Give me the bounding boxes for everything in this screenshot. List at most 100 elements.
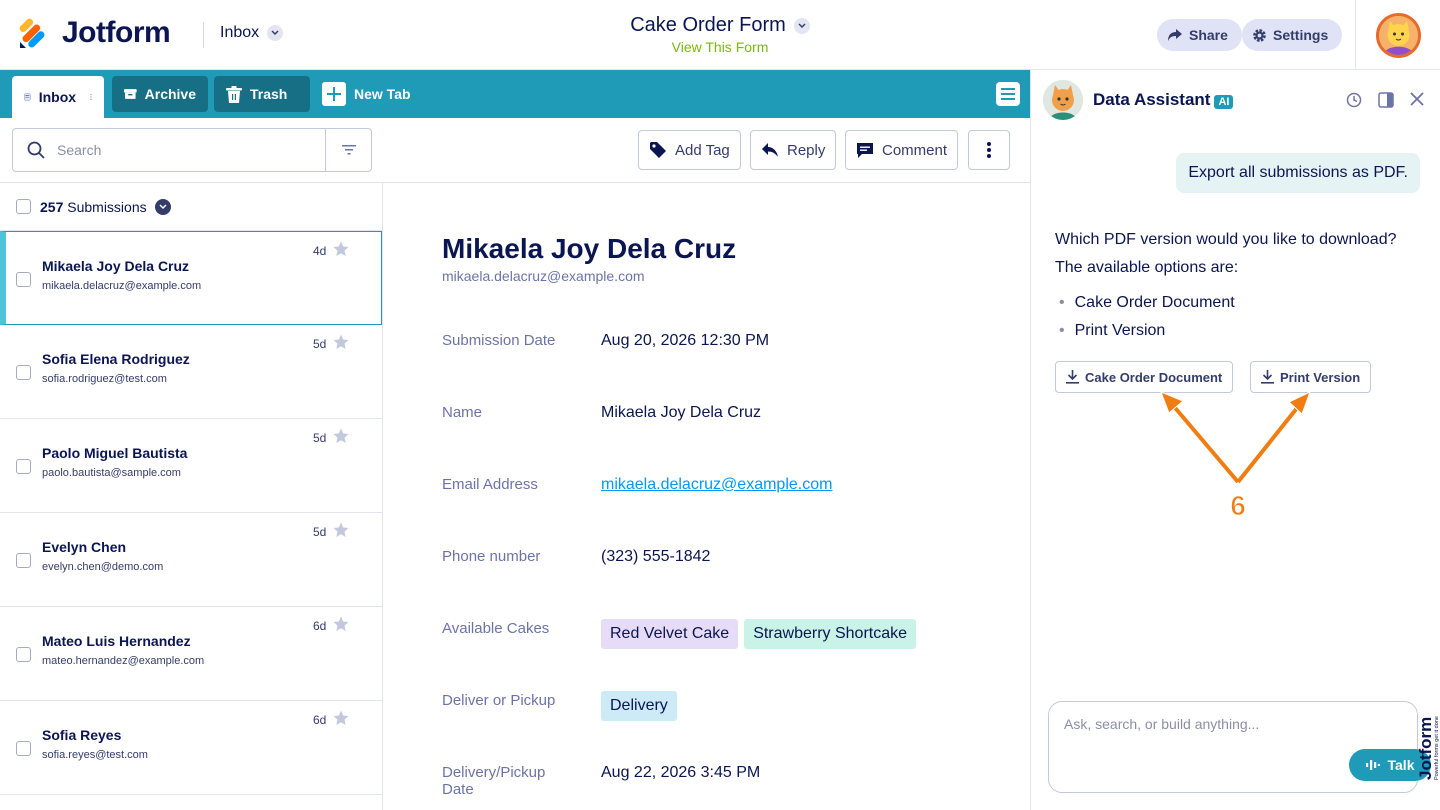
option-list: Cake Order Document Print Version [1059,289,1235,345]
download-print-version-button[interactable]: Print Version [1250,361,1372,393]
assistant-avatar [1043,80,1083,120]
star-icon[interactable] [333,710,349,726]
field-value: Aug 20, 2026 12:30 PM [601,332,770,349]
list-header: 257 Submissions [0,183,382,231]
row-checkbox[interactable] [16,741,31,756]
submitter-email: sofia.rodriguez@test.com [42,373,167,385]
field-value: Mikaela Joy Dela Cruz [601,404,762,421]
comment-label: Comment [882,141,948,159]
list-item[interactable]: Sofia Reyes sofia.reyes@test.com 6d [0,701,382,795]
search-box[interactable]: Search [12,128,372,172]
form-title-dropdown[interactable]: Cake Order Form [630,14,810,37]
more-actions-button[interactable] [968,130,1010,170]
share-label: Share [1189,27,1228,43]
tab-archive[interactable]: Archive [112,76,208,112]
list-item[interactable]: Mikaela Joy Dela Cruz mikaela.delacruz@e… [0,231,382,325]
star-icon[interactable] [333,522,349,538]
history-icon[interactable] [1346,92,1362,108]
tab-menu-button[interactable] [996,82,1020,106]
more-vertical-icon[interactable] [90,89,92,105]
field-value: (323) 555-1842 [601,548,711,565]
select-all-checkbox[interactable] [16,199,31,214]
submitter-name: Sofia Reyes [42,727,122,743]
assistant-input-box[interactable]: Ask, search, or build anything... Talk [1048,701,1431,793]
assistant-reply-line: Which PDF version would you like to down… [1055,231,1397,248]
close-icon[interactable] [1410,92,1424,106]
download-icon [1261,370,1274,384]
tab-trash[interactable]: Trash [214,76,310,112]
submitter-email: mikaela.delacruz@example.com [42,280,202,292]
option-item: Cake Order Document [1059,289,1235,317]
side-brand-text: Jotform [1416,717,1435,780]
data-assistant-panel: Data Assistant AI Export all submissions … [1030,70,1440,810]
tab-label: New Tab [354,86,411,102]
assistant-header: Data Assistant AI [1043,80,1234,120]
list-item[interactable]: Evelyn Chen evelyn.chen@demo.com 5d [0,513,382,607]
filter-button[interactable] [325,129,371,171]
inbox-toolbar: Search Add Tag Reply Comment [0,118,1030,183]
search-input[interactable]: Search [57,142,101,158]
field-label: Name [442,404,483,421]
gear-icon [1253,28,1266,42]
row-checkbox[interactable] [16,459,31,474]
download-cake-order-document-button[interactable]: Cake Order Document [1055,361,1234,393]
search-icon [27,141,45,159]
settings-button[interactable]: Settings [1242,19,1343,51]
field-value: Aug 22, 2026 3:45 PM [601,764,761,781]
trash-icon [226,85,242,103]
tab-inbox[interactable]: Inbox [12,76,104,118]
submission-count-label: Submissions [67,198,147,215]
submission-count: 257 Submissions [40,199,147,215]
field-value: Red Velvet Cake Strawberry Shortcake [601,619,922,649]
row-checkbox[interactable] [16,553,31,568]
detail-name: Mikaela Joy Dela Cruz [442,233,737,264]
email-link[interactable]: mikaela.delacruz@example.com [601,476,832,493]
submitter-email: mateo.hernandez@example.com [42,655,205,667]
field-label: Deliver or Pickup [442,692,556,709]
ai-badge: AI [1214,95,1234,109]
more-vertical-icon [987,142,991,158]
filter-icon [341,145,356,155]
top-bar: Jotform Inbox Cake Order Form View This … [0,0,1440,70]
field-value: Delivery [601,691,683,721]
reply-label: Reply [787,141,826,159]
row-checkbox[interactable] [16,365,31,380]
share-button[interactable]: Share [1157,19,1242,51]
add-tag-button[interactable]: Add Tag [638,130,741,170]
row-checkbox[interactable] [16,272,31,287]
submission-age: 6d [313,713,327,727]
panel-toggle-icon[interactable] [1378,92,1394,108]
new-tab-button[interactable]: New Tab [310,76,423,112]
submitter-name: Mikaela Joy Dela Cruz [42,258,190,274]
list-item[interactable]: Paolo Miguel Bautista paolo.bautista@sam… [0,419,382,513]
inbox-icon [24,93,31,101]
assistant-input[interactable]: Ask, search, or build anything... [1064,716,1259,732]
row-checkbox[interactable] [16,647,31,662]
download-icon [1066,370,1079,384]
submitter-email: paolo.bautista@sample.com [42,467,181,479]
submission-age: 5d [313,431,327,445]
star-icon[interactable] [333,334,349,350]
chevron-down-icon[interactable] [154,198,171,215]
submitter-name: Evelyn Chen [42,539,127,555]
star-icon[interactable] [333,428,349,444]
comment-button[interactable]: Comment [845,130,959,170]
submission-count-number: 257 [40,198,64,215]
user-avatar[interactable] [1376,13,1421,58]
submission-detail: Mikaela Joy Dela Cruz mikaela.delacruz@e… [384,183,1030,810]
reply-button[interactable]: Reply [750,130,837,170]
field-label: Phone number [442,548,541,565]
star-icon[interactable] [333,616,349,632]
tab-label: Archive [144,86,196,102]
reply-icon [762,143,778,157]
settings-label: Settings [1273,27,1329,43]
option-item: Print Version [1059,317,1235,345]
list-item[interactable]: Sofia Elena Rodriguez sofia.rodriguez@te… [0,325,382,419]
list-item[interactable]: Mateo Luis Hernandez mateo.hernandez@exa… [0,607,382,701]
share-icon [1168,29,1182,41]
assistant-header-actions [1346,92,1424,108]
annotation-step-number: 6 [1230,490,1246,521]
field-value: mikaela.delacruz@example.com [601,476,832,494]
user-message-bubble: Export all submissions as PDF. [1176,153,1420,193]
star-icon[interactable] [333,241,349,257]
